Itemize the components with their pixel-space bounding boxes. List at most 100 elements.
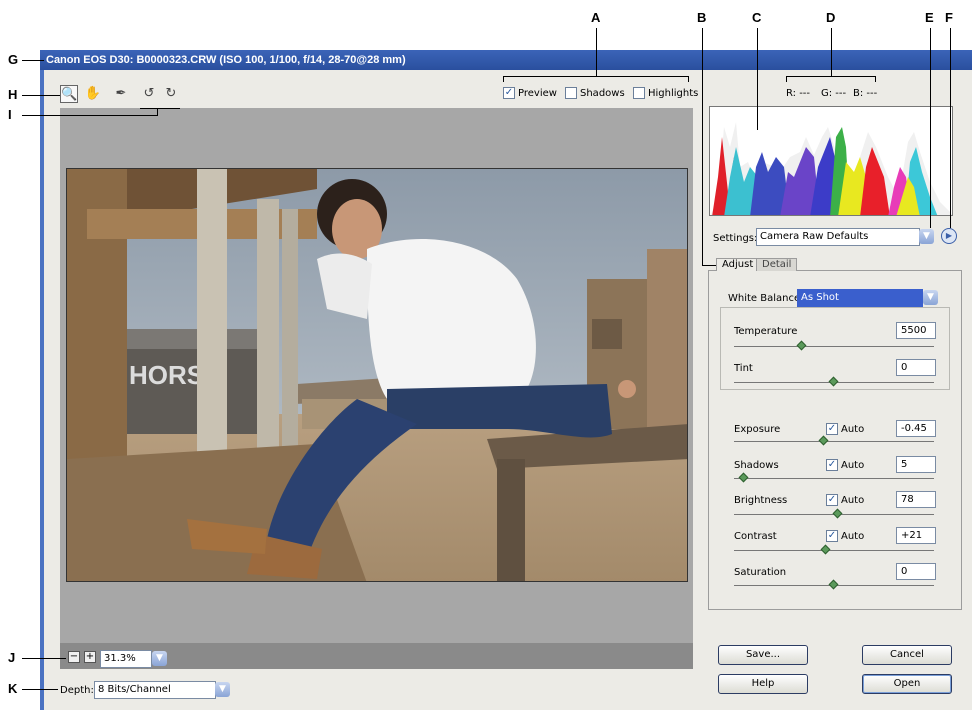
callout-k-line	[22, 689, 58, 690]
zoom-level-field[interactable]: 31.3%	[100, 650, 152, 668]
depth-value: 8 Bits/Channel	[98, 684, 171, 695]
depth-label: Depth:	[60, 685, 94, 696]
callout-c: C	[752, 10, 762, 25]
brightness-auto-box[interactable]: ✓	[826, 494, 838, 506]
callout-j-line	[22, 658, 66, 659]
callout-a-bracket	[503, 76, 689, 77]
tab-adjust[interactable]: Adjust	[716, 258, 760, 271]
exposure-auto-checkbox[interactable]: ✓ Auto	[826, 423, 864, 435]
shadows-auto-box[interactable]: ✓	[826, 459, 838, 471]
shadows-field[interactable]: 5	[896, 456, 936, 473]
chevron-down-icon: ▼	[927, 292, 934, 302]
shadows-auto-label: Auto	[841, 459, 865, 471]
tint-field[interactable]: 0	[896, 359, 936, 376]
shadows-slider[interactable]	[734, 478, 934, 479]
histogram	[709, 106, 953, 216]
flyout-menu-icon: ▶	[945, 231, 953, 240]
callout-i-bracket	[140, 108, 180, 109]
exposure-value: -0.45	[901, 423, 927, 434]
temperature-label: Temperature	[734, 326, 798, 337]
callout-d: D	[826, 10, 836, 25]
white-balance-select[interactable]: As Shot	[797, 289, 923, 307]
photo-illustration: HORS	[67, 169, 687, 581]
brightness-auto-checkbox[interactable]: ✓ Auto	[826, 494, 864, 506]
callout-f: F	[945, 10, 953, 25]
tab-detail[interactable]: Detail	[756, 258, 798, 271]
blue-readout: B: ---	[853, 88, 878, 99]
window-left-border	[40, 70, 44, 710]
contrast-value: +21	[901, 530, 923, 541]
green-readout: G: ---	[821, 88, 847, 99]
settings-dropdown-button[interactable]: ▼	[919, 229, 934, 244]
contrast-auto-box[interactable]: ✓	[826, 530, 838, 542]
shadows-label: Shadows	[734, 460, 779, 471]
temperature-value: 5500	[901, 325, 927, 336]
minus-icon: −	[69, 651, 79, 662]
contrast-field[interactable]: +21	[896, 527, 936, 544]
zoom-out-button[interactable]: −	[68, 651, 80, 663]
tint-label: Tint	[734, 363, 753, 374]
callout-a: A	[591, 10, 601, 25]
callout-j: J	[8, 650, 16, 665]
settings-value: Camera Raw Defaults	[760, 231, 869, 242]
callout-d-bracket-right	[875, 76, 876, 82]
rotate-left-button[interactable]: ↺	[140, 85, 158, 103]
saturation-label: Saturation	[734, 567, 787, 578]
hand-tool-button[interactable]: ✋	[84, 85, 102, 103]
hand-icon: ✋	[84, 86, 102, 101]
help-button[interactable]: Help	[718, 674, 808, 694]
preview-checkbox[interactable]: ✓ Preview	[503, 87, 557, 99]
save-button[interactable]: Save...	[718, 645, 808, 665]
temperature-field[interactable]: 5500	[896, 322, 936, 339]
shadows-auto-checkbox[interactable]: ✓ Auto	[826, 459, 864, 471]
callout-b: B	[697, 10, 707, 25]
callout-i: I	[8, 107, 12, 122]
histogram-graph	[710, 122, 952, 215]
callout-g-line	[22, 60, 44, 61]
depth-dropdown-button[interactable]: ▼	[215, 682, 230, 697]
chevron-down-icon: ▼	[219, 684, 226, 694]
shadows-clipping-checkbox[interactable]: Shadows	[565, 87, 625, 99]
callout-d-line	[831, 28, 832, 76]
open-button[interactable]: Open	[862, 674, 952, 694]
zoom-dropdown-button[interactable]: ▼	[152, 651, 167, 666]
eyedropper-icon: ✒	[115, 86, 127, 101]
settings-select[interactable]: Camera Raw Defaults	[756, 228, 920, 246]
callout-a-bracket-left	[503, 76, 504, 82]
temperature-slider[interactable]	[734, 346, 934, 347]
callout-a-line	[596, 28, 597, 76]
brightness-label: Brightness	[734, 495, 788, 506]
highlights-check-box[interactable]	[633, 87, 645, 99]
contrast-label: Contrast	[734, 531, 777, 542]
saturation-field[interactable]: 0	[896, 563, 936, 580]
cancel-button[interactable]: Cancel	[862, 645, 952, 665]
callout-b-line	[702, 28, 703, 265]
zoom-tool-button[interactable]: 🔍	[60, 85, 78, 103]
contrast-auto-checkbox[interactable]: ✓ Auto	[826, 530, 864, 542]
window-title-bar: Canon EOS D30: B0000323.CRW (ISO 100, 1/…	[40, 50, 972, 70]
depth-select[interactable]: 8 Bits/Channel	[94, 681, 216, 699]
exposure-field[interactable]: -0.45	[896, 420, 936, 437]
zoom-in-button[interactable]: +	[84, 651, 96, 663]
chevron-down-icon: ▼	[156, 653, 163, 663]
brightness-value: 78	[901, 494, 914, 505]
tab-adjust-label: Adjust	[722, 259, 754, 270]
eyedropper-tool-button[interactable]: ✒	[112, 85, 130, 103]
contrast-slider[interactable]	[734, 550, 934, 551]
exposure-slider[interactable]	[734, 441, 934, 442]
settings-menu-button[interactable]: ▶	[941, 228, 957, 244]
white-balance-dropdown-button[interactable]: ▼	[923, 290, 938, 305]
preview-label: Preview	[518, 87, 557, 99]
shadows-check-box[interactable]	[565, 87, 577, 99]
brightness-field[interactable]: 78	[896, 491, 936, 508]
window-title: Canon EOS D30: B0000323.CRW (ISO 100, 1/…	[46, 54, 406, 66]
callout-f-line	[950, 28, 951, 228]
chevron-down-icon: ▼	[923, 231, 930, 241]
callout-i-stem	[157, 108, 158, 116]
preview-check-box[interactable]: ✓	[503, 87, 515, 99]
exposure-auto-box[interactable]: ✓	[826, 423, 838, 435]
rotate-right-button[interactable]: ↻	[162, 85, 180, 103]
callout-g: G	[8, 52, 19, 67]
callout-d-bracket	[786, 76, 876, 77]
highlights-clipping-checkbox[interactable]: Highlights	[633, 87, 698, 99]
